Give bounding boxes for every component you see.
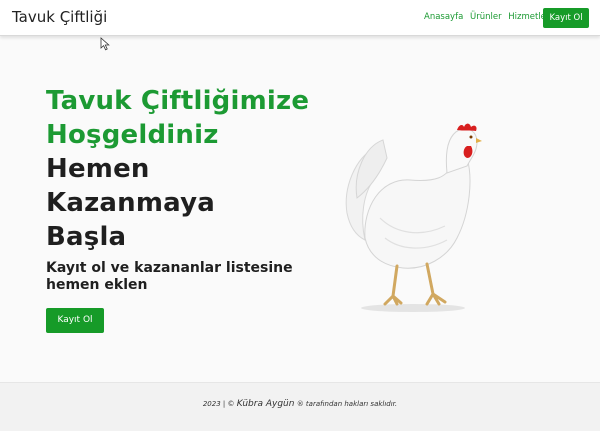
hero-heading-line-1: Tavuk Çiftliğimize bbox=[46, 86, 310, 116]
hero-heading-line-5: Başla bbox=[46, 222, 127, 252]
hero-heading-line-4: Kazanmaya bbox=[46, 188, 216, 218]
navbar-signup-button[interactable]: Kayıt Ol bbox=[543, 8, 589, 28]
footer-prefix: 2023 | © bbox=[202, 400, 235, 408]
white-hen-image bbox=[345, 123, 482, 312]
hero-heading-line-2: Hoşgeldiniz bbox=[46, 120, 219, 150]
hero-heading: Tavuk Çiftliğimize Hoşgeldiniz Hemen Kaz… bbox=[46, 84, 346, 254]
hero-heading-line-3: Hemen bbox=[46, 154, 150, 184]
nav-link-urunler[interactable]: Ürünler bbox=[470, 12, 502, 22]
footer-author: Kübra Aygün bbox=[236, 399, 295, 409]
footer-text: 2023 | © Kübra Aygün ® tarafından haklar… bbox=[0, 398, 600, 410]
nav-link-anasayfa[interactable]: Anasayfa bbox=[424, 12, 463, 22]
page: Tavuk Çiftliği Anasayfa Ürünler Hizmetle… bbox=[0, 0, 600, 431]
nav-links: Anasayfa Ürünler Hizmetler bbox=[424, 12, 553, 23]
hero-subtitle: Kayıt ol ve kazananlar listesine hemen e… bbox=[46, 260, 316, 294]
navbar: Tavuk Çiftliği Anasayfa Ürünler Hizmetle… bbox=[0, 0, 600, 36]
footer-suffix: ® tarafından hakları saklıdır. bbox=[296, 400, 398, 408]
hero-subtitle-line-1: Kayıt ol ve kazananlar listesine bbox=[46, 260, 293, 276]
footer: 2023 | © Kübra Aygün ® tarafından haklar… bbox=[0, 382, 600, 431]
hero-signup-button[interactable]: Kayıt Ol bbox=[46, 308, 104, 333]
mouse-cursor-icon bbox=[100, 37, 110, 51]
brand-title[interactable]: Tavuk Çiftliği bbox=[12, 8, 107, 26]
hero-subtitle-line-2: hemen eklen bbox=[46, 277, 148, 293]
